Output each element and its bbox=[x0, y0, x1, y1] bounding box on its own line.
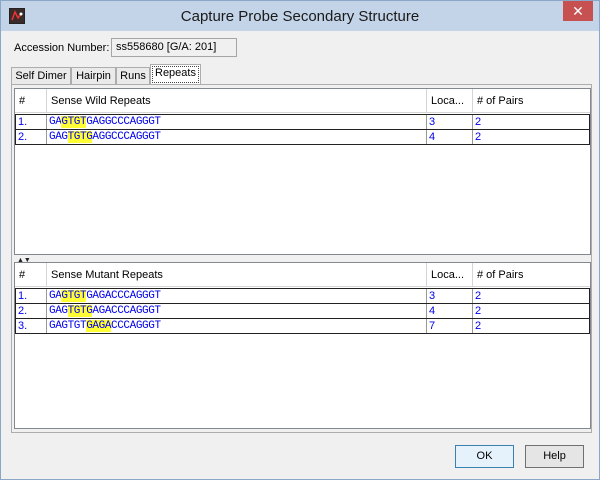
sequence-prefix: GAGTGT bbox=[49, 320, 87, 332]
col-header-number[interactable]: # bbox=[15, 89, 47, 113]
sequence-suffix: AGACCCAGGGT bbox=[92, 305, 161, 317]
col-header-sequence[interactable]: Sense Wild Repeats bbox=[47, 89, 427, 113]
sequence-suffix: AGGCCCAGGGT bbox=[92, 131, 161, 143]
location-cell: 3 bbox=[427, 289, 473, 303]
col-header-location[interactable]: Loca... bbox=[427, 263, 473, 287]
sequence-prefix: GA bbox=[49, 290, 62, 302]
window-title: Capture Probe Secondary Structure bbox=[180, 8, 420, 25]
dialog-window: Capture Probe Secondary Structure ✕ Acce… bbox=[0, 0, 600, 480]
table-row[interactable]: 2. GAGTGTGAGACCCAGGGT 4 2 bbox=[15, 303, 590, 319]
row-number: 2. bbox=[16, 130, 47, 144]
help-button[interactable]: Help bbox=[525, 445, 584, 468]
wild-repeats-table[interactable]: # Sense Wild Repeats Loca... # of Pairs … bbox=[14, 88, 591, 255]
sequence-highlight: TGTG bbox=[67, 131, 93, 143]
tab-runs[interactable]: Runs bbox=[116, 67, 150, 84]
col-header-number[interactable]: # bbox=[15, 263, 47, 287]
location-cell: 7 bbox=[427, 319, 473, 333]
dialog-content: Accession Number: ss558680 [G/A: 201] Se… bbox=[8, 31, 592, 471]
sequence-suffix: GAGACCCAGGGT bbox=[86, 290, 161, 302]
close-button[interactable]: ✕ bbox=[563, 1, 593, 21]
repeats-panel: # Sense Wild Repeats Loca... # of Pairs … bbox=[11, 84, 592, 433]
pairs-cell: 2 bbox=[475, 131, 482, 143]
sequence-highlight: GTGT bbox=[61, 116, 87, 128]
row-number: 1. bbox=[16, 289, 47, 303]
repeat-sequence: GAGTGTGAGACCCAGGGT bbox=[47, 304, 427, 318]
row-number: 2. bbox=[16, 304, 47, 318]
accession-field: ss558680 [G/A: 201] bbox=[111, 38, 237, 57]
repeat-sequence: GAGTGTGAGACCCAGGGT bbox=[47, 319, 427, 333]
table-row[interactable]: 1. GAGTGTGAGACCCAGGGT 3 2 bbox=[15, 288, 590, 304]
table-header: # Sense Mutant Repeats Loca... # of Pair… bbox=[15, 263, 590, 287]
col-header-location[interactable]: Loca... bbox=[427, 89, 473, 113]
row-number: 1. bbox=[16, 115, 47, 129]
table-row[interactable]: 2. GAGTGTGAGGCCCAGGGT 4 2 bbox=[15, 129, 590, 145]
sequence-suffix: CCCAGGGT bbox=[111, 320, 161, 332]
location-cell: 4 bbox=[427, 130, 473, 144]
col-header-pairs[interactable]: # of Pairs bbox=[473, 89, 590, 113]
repeat-sequence: GAGTGTGAGGCCCAGGGT bbox=[47, 115, 427, 129]
mutant-repeats-table[interactable]: # Sense Mutant Repeats Loca... # of Pair… bbox=[14, 262, 591, 429]
location-cell: 4 bbox=[427, 304, 473, 318]
sequence-prefix: GAG bbox=[49, 305, 68, 317]
title-bar: Capture Probe Secondary Structure ✕ bbox=[1, 1, 599, 31]
tab-hairpin[interactable]: Hairpin bbox=[71, 67, 116, 84]
repeat-sequence: GAGTGTGAGGCCCAGGGT bbox=[47, 130, 427, 144]
tab-self-dimer[interactable]: Self Dimer bbox=[11, 67, 71, 84]
table-header: # Sense Wild Repeats Loca... # of Pairs bbox=[15, 89, 590, 113]
pairs-cell: 2 bbox=[475, 290, 482, 302]
sequence-prefix: GA bbox=[49, 116, 62, 128]
col-header-pairs[interactable]: # of Pairs bbox=[473, 263, 590, 287]
pairs-cell: 2 bbox=[475, 305, 482, 317]
table-row[interactable]: 3. GAGTGTGAGACCCAGGGT 7 2 bbox=[15, 318, 590, 334]
pairs-cell: 2 bbox=[475, 116, 482, 128]
col-header-sequence[interactable]: Sense Mutant Repeats bbox=[47, 263, 427, 287]
row-number: 3. bbox=[16, 319, 47, 333]
repeat-sequence: GAGTGTGAGACCCAGGGT bbox=[47, 289, 427, 303]
accession-label: Accession Number: bbox=[14, 42, 110, 54]
pairs-cell: 2 bbox=[475, 320, 482, 332]
ok-button[interactable]: OK bbox=[455, 445, 514, 468]
sequence-suffix: GAGGCCCAGGGT bbox=[86, 116, 161, 128]
location-cell: 3 bbox=[427, 115, 473, 129]
sequence-highlight: GAGA bbox=[86, 320, 112, 332]
tab-repeats[interactable]: Repeats bbox=[150, 64, 201, 85]
sequence-highlight: GTGT bbox=[61, 290, 87, 302]
sequence-highlight: TGTG bbox=[67, 305, 93, 317]
sequence-prefix: GAG bbox=[49, 131, 68, 143]
table-row[interactable]: 1. GAGTGTGAGGCCCAGGGT 3 2 bbox=[15, 114, 590, 130]
